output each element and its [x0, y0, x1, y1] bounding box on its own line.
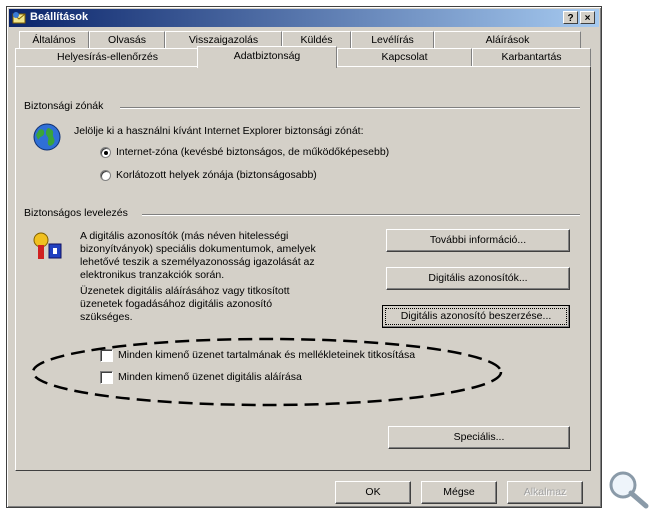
window-title: Beállítások	[30, 11, 89, 23]
globe-icon	[33, 123, 61, 151]
settings-dialog: Beállítások ? × Általános Olvasás Vissza…	[6, 6, 602, 508]
digital-ids-button[interactable]: Digitális azonosítók...	[386, 267, 570, 290]
tab-signatures[interactable]: Aláírások	[434, 31, 581, 48]
highlight-ellipse	[31, 337, 503, 407]
tab-maintenance[interactable]: Karbantartás	[472, 48, 591, 66]
secure-mail-group-label: Biztonságos levelezés	[24, 207, 128, 219]
tab-security[interactable]: Adatbiztonság	[197, 46, 337, 68]
certificate-key-icon	[33, 232, 62, 259]
zones-group-label: Biztonsági zónák	[24, 100, 104, 112]
help-button[interactable]: ?	[563, 11, 578, 24]
internet-zone-radio[interactable]	[100, 147, 111, 158]
more-info-button[interactable]: További információ...	[386, 229, 570, 252]
advanced-button[interactable]: Speciális...	[388, 426, 570, 449]
zoom-magnifier-icon[interactable]	[604, 468, 654, 510]
zones-description: Jelölje ki a használni kívánt Internet E…	[74, 125, 364, 137]
tab-connection[interactable]: Kapcsolat	[337, 48, 472, 66]
restricted-zone-radio[interactable]	[100, 170, 111, 181]
tab-compose[interactable]: Levélírás	[351, 31, 434, 48]
apply-button[interactable]: Alkalmaz	[507, 481, 583, 504]
get-digital-id-button[interactable]: Digitális azonosító beszerzése...	[382, 305, 570, 328]
restricted-zone-label[interactable]: Korlátozott helyek zónája (biztonságosab…	[116, 169, 317, 182]
ok-button[interactable]: OK	[335, 481, 411, 504]
secure-mail-divider	[142, 214, 580, 216]
zones-divider	[120, 107, 580, 109]
tab-spelling[interactable]: Helyesírás-ellenőrzés	[15, 48, 200, 66]
tab-read[interactable]: Olvasás	[89, 31, 165, 48]
outlook-app-icon	[12, 12, 26, 24]
cancel-button[interactable]: Mégse	[421, 481, 497, 504]
close-button[interactable]: ×	[580, 11, 595, 24]
title-bar: Beállítások ? ×	[9, 9, 599, 27]
internet-zone-label[interactable]: Internet-zóna (kevésbé biztonságos, de m…	[116, 146, 389, 159]
tab-general[interactable]: Általános	[19, 31, 89, 48]
